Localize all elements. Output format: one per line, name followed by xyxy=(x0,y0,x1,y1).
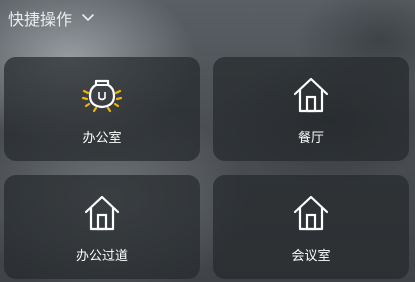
quick-action-meeting-room[interactable]: 会议室 xyxy=(213,175,409,279)
lamp-on-icon xyxy=(80,73,124,117)
home-icon xyxy=(289,191,333,235)
home-icon xyxy=(80,191,124,235)
quick-action-label: 办公过道 xyxy=(75,249,128,264)
quick-action-office[interactable]: 办公室 xyxy=(4,57,200,161)
quick-action-label: 会议室 xyxy=(291,249,331,264)
quick-action-label: 餐厅 xyxy=(297,131,324,146)
quick-action-dining-room[interactable]: 餐厅 xyxy=(213,57,409,161)
quick-action-office-corridor[interactable]: 办公过道 xyxy=(4,175,200,279)
chevron-down-icon[interactable] xyxy=(80,10,96,26)
quick-actions-header[interactable]: 快捷操作 xyxy=(8,6,96,30)
home-icon xyxy=(289,73,333,117)
quick-actions-title: 快捷操作 xyxy=(8,10,73,29)
quick-action-label: 办公室 xyxy=(82,131,122,146)
